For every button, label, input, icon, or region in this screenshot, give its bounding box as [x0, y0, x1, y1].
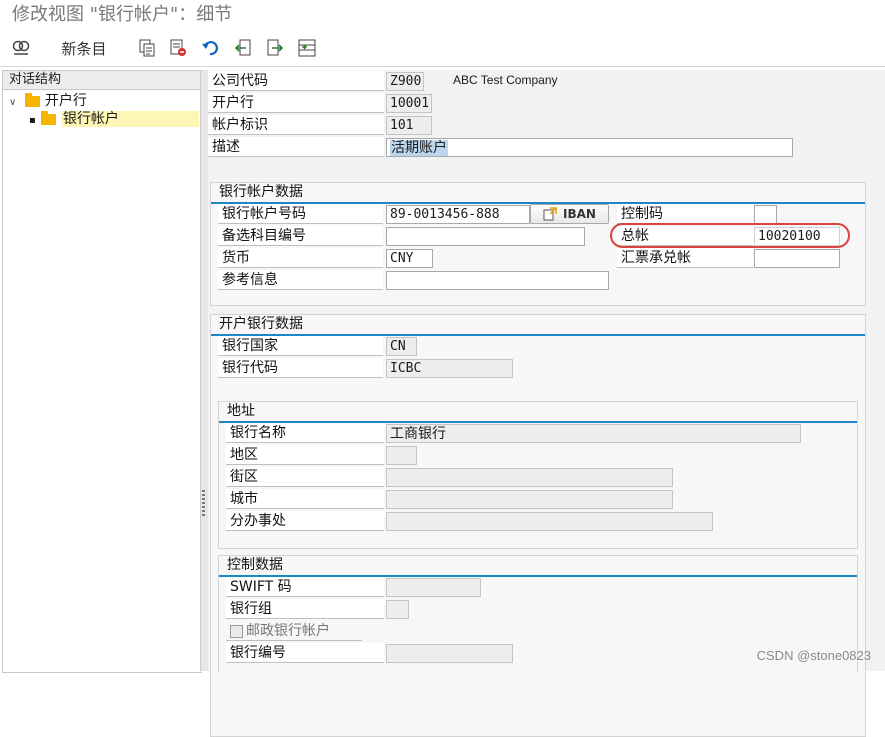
iban-button[interactable]: IBAN — [530, 204, 609, 224]
account-number-label: 银行帐户号码 — [218, 204, 383, 224]
open-folder-icon — [41, 110, 57, 125]
company-name-text: ABC Test Company — [453, 73, 558, 87]
window-title: 修改视图 "银行帐户"：细节 — [0, 0, 885, 32]
swift-field — [386, 578, 481, 597]
branch-field — [386, 512, 713, 531]
postal-bank-checkbox-row[interactable]: 邮政银行帐户 — [226, 621, 362, 641]
previous-entry-icon[interactable] — [232, 36, 254, 60]
house-bank-label: 开户行 — [208, 93, 384, 113]
select-all-icon[interactable] — [296, 36, 318, 60]
folder-icon — [25, 92, 41, 107]
city-field — [386, 490, 673, 509]
description-label: 描述 — [208, 137, 384, 157]
tree-item-label: 开户行 — [44, 93, 87, 109]
delete-icon[interactable] — [167, 36, 189, 60]
city-label: 城市 — [226, 489, 384, 509]
detail-area: 公司代码 Z900 ABC Test Company 开户行 10001 帐户标… — [208, 70, 885, 737]
region-field — [386, 446, 417, 465]
company-code-field: Z900 — [386, 72, 424, 91]
street-field — [386, 468, 673, 487]
currency-label: 货币 — [218, 248, 383, 268]
bank-name-field: 工商银行 — [386, 424, 801, 443]
bullet-icon: ▪ — [29, 115, 36, 126]
description-value: 活期账户 — [390, 140, 448, 156]
tree-item-label: 银行帐户 — [60, 111, 199, 127]
alt-account-field[interactable] — [386, 227, 585, 246]
group-title: 银行帐户数据 — [211, 183, 865, 204]
bills-account-field[interactable] — [754, 249, 840, 268]
control-key-label: 控制码 — [617, 204, 753, 224]
bank-key-field: ICBC — [386, 359, 513, 378]
region-label: 地区 — [226, 445, 384, 465]
account-id-field: 101 — [386, 116, 432, 135]
postal-bank-checkbox[interactable] — [230, 624, 243, 638]
undo-icon[interactable] — [199, 36, 221, 60]
new-entries-button[interactable]: 新条目 — [58, 36, 110, 60]
bills-account-label: 汇票承兑帐 — [617, 248, 753, 268]
tree-item-house-bank[interactable]: ∨ 开户行 — [9, 92, 87, 110]
iban-button-label: IBAN — [563, 207, 596, 221]
edit-document-icon — [543, 207, 557, 221]
toolbar: 新条目 — [0, 32, 885, 67]
control-key-field[interactable] — [754, 205, 777, 224]
currency-field[interactable]: CNY — [386, 249, 433, 268]
next-entry-icon[interactable] — [264, 36, 286, 60]
account-id-label: 帐户标识 — [208, 115, 384, 135]
dialog-structure-header: 对话结构 — [3, 71, 201, 90]
branch-label: 分办事处 — [226, 511, 384, 531]
account-number-field[interactable]: 89-0013456-888 — [386, 205, 530, 224]
tree-item-bank-account[interactable]: ▪ 银行帐户 — [29, 110, 199, 128]
splitter-grip-icon[interactable] — [202, 490, 205, 516]
reference-label: 参考信息 — [218, 270, 383, 290]
street-label: 街区 — [226, 467, 384, 487]
bank-group-label: 银行组 — [226, 599, 384, 619]
description-field[interactable]: 活期账户 — [386, 138, 793, 157]
swift-label: SWIFT 码 — [226, 577, 384, 597]
bank-group-field — [386, 600, 409, 619]
bank-key-label: 银行代码 — [218, 358, 383, 378]
house-bank-field: 10001 — [386, 94, 432, 113]
group-title: 地址 — [219, 402, 857, 423]
bank-number-label: 银行编号 — [226, 643, 384, 663]
highlight-annotation — [610, 223, 850, 248]
bank-country-field: CN — [386, 337, 417, 356]
postal-bank-label: 邮政银行帐户 — [246, 623, 330, 639]
reference-field[interactable] — [386, 271, 609, 290]
group-title: 开户银行数据 — [211, 315, 865, 336]
display-change-icon[interactable] — [10, 36, 32, 60]
copy-icon[interactable] — [136, 36, 158, 60]
dialog-structure-panel: 对话结构 ∨ 开户行 ▪ 银行帐户 — [2, 70, 202, 673]
bank-name-label: 银行名称 — [226, 423, 384, 443]
group-title: 控制数据 — [219, 556, 857, 577]
bank-country-label: 银行国家 — [218, 336, 383, 356]
watermark-text: CSDN @stone0823 — [756, 648, 871, 663]
company-code-label: 公司代码 — [208, 71, 384, 91]
chevron-down-icon[interactable]: ∨ — [9, 94, 21, 112]
alt-account-label: 备选科目编号 — [218, 226, 383, 246]
bank-number-field — [386, 644, 513, 663]
